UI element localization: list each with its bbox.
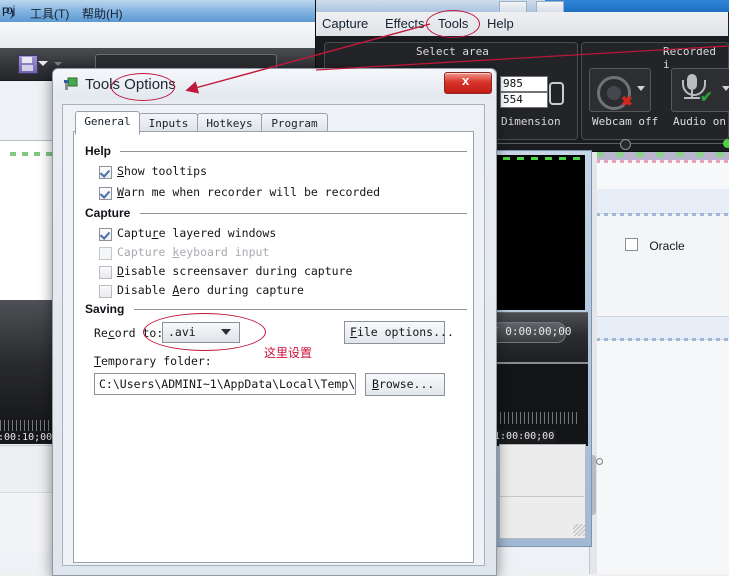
dimension-height-input[interactable]: 554 [500,92,548,108]
menu-item-capture[interactable]: Capture [322,16,368,31]
section-help-rule [120,151,467,152]
tab-general[interactable]: General [75,111,140,135]
label-show-tooltips: Show tooltips [117,164,208,178]
menu-item-help[interactable]: Help [487,16,514,31]
checkbox-show-tooltips[interactable] [99,166,112,179]
annotation-ellipse-tools-menu [426,10,480,38]
player-handle-dot[interactable] [596,458,603,465]
annotation-ellipse-record-to [143,313,266,351]
select-area-title: Select area [416,45,489,58]
audio-on-check-icon: ✔ [700,89,713,106]
checkbox-disable-screensaver[interactable] [99,266,112,279]
preview-marker-strip [489,157,585,160]
cap2-text: Disable screensaver during capture [117,264,353,278]
player-timeline-ticks [496,412,580,424]
host-preview-dark [0,300,52,425]
annotation-ellipse-dialog-title [111,73,175,101]
save-floppy-icon[interactable] [18,55,38,74]
temporary-folder-value: C:\Users\ADMINI~1\AppData\Local\Temp\ [99,377,356,391]
label-capture-layered-windows: Capture layered windows [117,226,276,240]
host-timeline-time: :00:10;00 [0,431,55,444]
player-track-divider [499,496,584,497]
checkbox-capture-layered-windows[interactable] [99,228,112,241]
microphone-base-icon [684,97,700,99]
recorder-level-indicator [723,139,729,148]
label-temporary-folder: Temporary folder: [94,354,212,368]
section-saving-title: Saving [85,302,125,316]
preview-video-area [489,155,585,310]
webcam-off-x-icon: ✖ [621,93,633,109]
resize-grip-icon[interactable] [573,524,585,536]
checkbox-warn-me[interactable] [99,187,112,200]
oracle-checkbox[interactable] [625,238,638,251]
section-help-title: Help [85,144,112,158]
host-right-band-8 [596,338,729,341]
host-canvas-marker [10,152,55,156]
audio-dropdown-caret-icon[interactable] [722,86,729,91]
menu-item-effects[interactable]: Effects [385,16,425,31]
recorder-slider-knob[interactable] [620,139,631,150]
host-menubar [0,22,320,49]
label-capture-keyboard-input: Capture keyboard input [117,245,269,259]
section-capture-rule [140,213,467,214]
cap1-text: Capture keyboard input [117,245,270,259]
tab-inputs[interactable]: Inputs [139,113,198,133]
host-right-band-4 [596,189,729,214]
recorder-titlebar-active [545,0,729,12]
label-warn-me-text: arn me when recorder will be recorded [123,185,381,199]
dimension-label: Dimension [501,115,561,128]
webcam-label: Webcam off [592,115,659,128]
host-right-band-7 [596,316,729,340]
checkbox-disable-aero[interactable] [99,285,112,298]
section-capture-title: Capture [85,206,131,220]
section-saving-rule [134,309,467,310]
oracle-checkbox-label: Oracle [649,239,685,253]
recorder-menubar [316,12,728,37]
file-options-label: File options... [350,325,454,339]
cap0-text: Capture layered windows [117,226,277,240]
tab-program[interactable]: Program [261,113,328,133]
browse-label: Browse... [372,377,435,391]
dimension-width-input[interactable]: 985 [500,76,548,92]
host-menu-item-0[interactable]: P) [2,5,14,19]
tab-hotkeys[interactable]: Hotkeys [197,113,262,133]
host-lower-panel-2 [0,492,52,551]
label-disable-aero: Disable Aero during capture [117,283,304,297]
cap3-text: Disable Aero during capture [117,283,304,297]
dialog-app-icon [64,77,78,91]
annotation-note-chinese: 这里设置 [264,346,313,360]
close-icon: x [462,73,470,88]
microphone-icon [687,74,697,90]
label-show-tooltips-text: how tooltips [123,164,208,178]
link-chain-icon[interactable] [549,82,564,105]
webcam-dropdown-caret-icon[interactable] [637,86,645,91]
host-right-band-3 [596,163,729,190]
player-total-time: / 0:00:00;00 [492,325,572,338]
host-right-band-6 [596,216,729,316]
label-disable-screensaver: Disable screensaver during capture [117,264,352,278]
checkbox-capture-keyboard-input [99,247,112,260]
label-warn-me: Warn me when recorder will be recorded [117,185,381,199]
chevron-down-icon-secondary[interactable] [54,62,62,66]
chevron-down-icon[interactable] [38,61,48,66]
host-menu-item-tools[interactable]: 工具(T) [30,5,69,22]
oracle-checkbox-row[interactable]: Oracle [625,238,685,253]
host-menu-item-help[interactable]: 帮助(H) [82,5,123,22]
audio-label: Audio on [673,115,726,128]
